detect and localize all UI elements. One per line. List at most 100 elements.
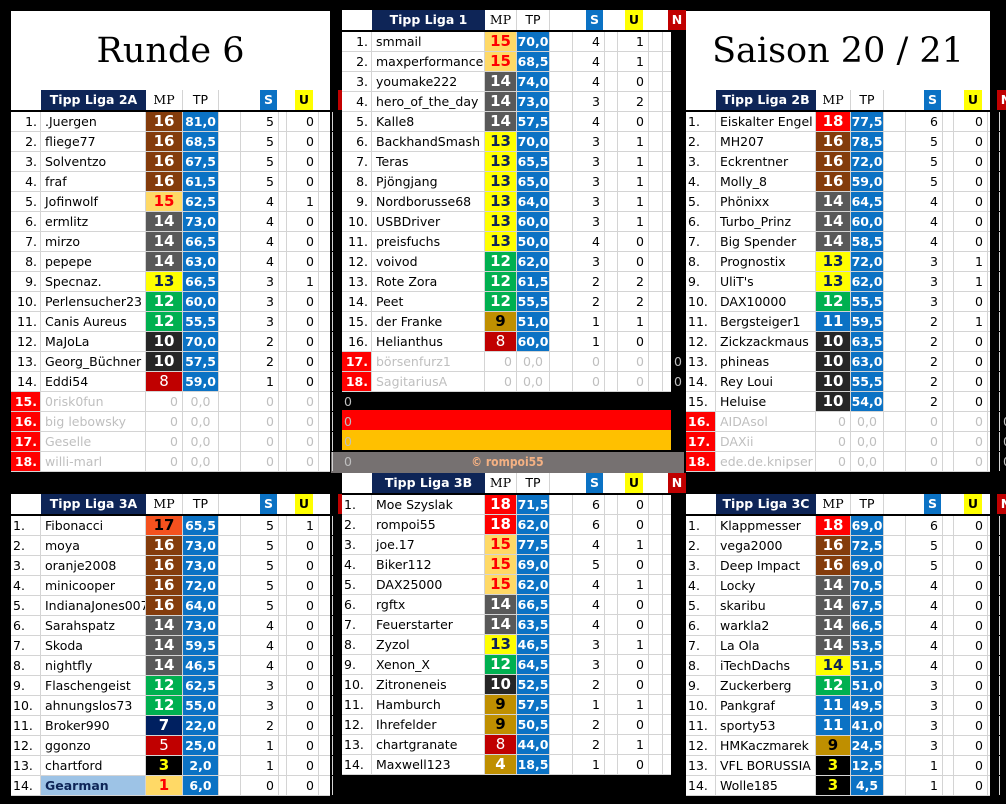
table-row[interactable]: 9. Xenon_X 12 64,5 3 0 3 [342,655,682,675]
table-row[interactable]: 17.DAXii00,0000 [686,432,1006,452]
table-row[interactable]: 18. SagitariusA 0 0,0 0 0 0 [342,372,682,392]
table-row[interactable]: 13. Rote Zora 12 61,5 2 2 2 [342,272,682,292]
table-row[interactable]: 13.VFL BORUSSIA312,5100 [686,756,1006,776]
table-row[interactable]: 8. Pjöngjang 13 65,0 3 1 2 [342,172,682,192]
table-row[interactable]: 14.Wolle18534,5100 [686,776,1006,796]
table-row[interactable]: 4.minicooper1672,0501 [11,576,352,596]
rank-cell: 7. [686,636,716,655]
table-row[interactable]: 9.Zuckerberg1251,0 303 [686,676,1006,696]
table-row[interactable]: 6.ermlitz1473,0402 [11,212,352,232]
table-row[interactable]: 7.Skoda1459,5402 [11,636,352,656]
table-row[interactable]: 13.Georg_Büchner1057,5204 [11,352,352,372]
table-row[interactable]: 1.Fibonacci1765,5510 [11,516,352,536]
table-row[interactable]: 6. rgftx 14 66,5 4 0 2 [342,595,682,615]
table-row[interactable]: 12.Zickzackmaus1063,5 204 [686,332,1006,352]
table-row[interactable]: 7.mirzo1466,5402 [11,232,352,252]
table-row[interactable]: 12. Ihrefelder 9 50,5 2 0 3 [342,715,682,735]
table-row[interactable]: 10.ahnungslos731255,0303 [11,696,352,716]
table-row[interactable]: 3.Deep Impact1669,0 501 [686,556,1006,576]
table-row[interactable]: 3. youmake222 14 74,0 4 0 2 [342,72,682,92]
table-row[interactable]: 14.Eddi54859,0105 [11,372,352,392]
spacer-cell [649,495,663,514]
table-row[interactable]: 12.MaJoLa1070,0204 [11,332,352,352]
table-row[interactable]: 9.Flaschengeist1262,5303 [11,676,352,696]
table-row[interactable]: 15.Heluise1054,0 204 [686,392,1006,412]
table-row[interactable]: 2.moya1673,0501 [11,536,352,556]
table-row[interactable]: 9.UliT's1362,0 312 [686,272,1006,292]
table-row[interactable]: 14.Rey Loui1055,5 204 [686,372,1006,392]
table-row[interactable]: 6.warkla21466,5 402 [686,616,1006,636]
table-row[interactable]: 9. Nordborusse68 13 64,0 3 1 2 [342,192,682,212]
table-row[interactable]: 8.iTechDachs1451,5 402 [686,656,1006,676]
table-row[interactable]: 13. chartgranate 8 44,0 2 1 0 [342,735,682,755]
table-row[interactable]: 3. joe.17 15 77,5 4 1 1 [342,535,682,555]
tp-value: 18,5 [517,755,550,774]
table-row[interactable]: 3.oranje20081673,0501 [11,556,352,576]
table-row[interactable]: 1..Juergen1681,0501 [11,112,352,132]
table-row[interactable]: 5. Kalle8 14 57,5 4 0 2 [342,112,682,132]
table-row[interactable]: 10.Perlensucher231260,0303 [11,292,352,312]
table-row[interactable]: 11. Hamburch 9 57,5 1 1 4 [342,695,682,715]
table-row[interactable]: 17. börsenfurz1 0 0,0 0 0 0 [342,352,682,372]
table-row[interactable]: 6. BackhandSmash 13 70,0 3 1 2 [342,132,682,152]
table-row[interactable]: 16. Helianthus 8 60,0 1 0 5 [342,332,682,352]
table-row[interactable]: 8.Prognostix1372,0 312 [686,252,1006,272]
table-row[interactable]: 16. big lebowsky 0 0,0 0 0 0 [11,412,352,432]
table-row[interactable]: 2.MH2071678,5 501 [686,132,1006,152]
table-row[interactable]: 10. USBDriver 13 60,0 3 1 2 [342,212,682,232]
table-row[interactable]: 12. voivod 12 62,0 3 0 3 [342,252,682,272]
table-row[interactable]: 13.phineas1063,0 204 [686,352,1006,372]
table-row[interactable]: 12.ggonzo525,0102 [11,736,352,756]
table-row[interactable]: 2.vega20001672,5 501 [686,536,1006,556]
table-row[interactable]: 5.Jofinwolf1562,5411 [11,192,352,212]
table-row[interactable]: 15. 0risk0fun 0 0,0 0 0 0 [11,392,352,412]
table-row[interactable]: 7.La Ola1453,5 402 [686,636,1006,656]
table-row[interactable]: 2. maxperformance 15 68,5 4 1 1 [342,52,682,72]
table-row[interactable]: 4.Locky1470,5 402 [686,576,1006,596]
table-row[interactable]: 1.Klappmesser1869,0600 [686,516,1006,536]
table-row[interactable]: 11.sporty531141,0 302 [686,716,1006,736]
table-row[interactable]: 5.Phönixx1464,5 402 [686,192,1006,212]
table-row[interactable]: 11. preisfuchs 13 50,0 4 0 1 [342,232,682,252]
table-row[interactable]: 12.HMKaczmarek924,5300 [686,736,1006,756]
table-row[interactable]: 5.IndianaJones0071664,0501 [11,596,352,616]
table-row[interactable]: 18. willi-marl 0 0,0 0 0 0 [11,452,352,472]
table-row[interactable]: 4. Biker112 15 69,0 5 0 0 [342,555,682,575]
table-row[interactable]: 10. Zitroneneis 10 52,5 2 0 4 [342,675,682,695]
table-row[interactable]: 7.Big Spender1458,5 402 [686,232,1006,252]
table-row[interactable]: 14. Peet 12 55,5 2 2 2 [342,292,682,312]
spacer-cell [550,372,573,391]
table-row[interactable]: 1.Eiskalter Engel1877,5600 [686,112,1006,132]
table-row[interactable]: 11.Broker990722,0201 [11,716,352,736]
table-row[interactable]: 6.Sarahspatz1473,0402 [11,616,352,636]
table-row[interactable]: 14. Maxwell123 4 18,5 1 0 1 [342,755,682,775]
table-row[interactable]: 7. Teras 13 65,5 3 1 2 [342,152,682,172]
table-row[interactable]: 4. hero_of_the_day 14 73,0 3 2 1 [342,92,682,112]
table-row[interactable]: 18.ede.de.knipser00,0000 [686,452,1006,472]
table-row[interactable]: 13.chartford32,0100 [11,756,352,776]
table-row[interactable]: 1. Moe Szyslak 18 71,5 6 0 0 [342,495,682,515]
table-row[interactable]: 8.nightfly1446,5402 [11,656,352,676]
table-row[interactable]: 7. Feuerstarter 14 63,5 4 0 2 [342,615,682,635]
table-row[interactable]: 9.Specnaz.1366,5312 [11,272,352,292]
table-row[interactable]: 10.DAX100001255,5 303 [686,292,1006,312]
table-row[interactable]: 4.Molly_81659,0 501 [686,172,1006,192]
table-row[interactable]: 10.Pankgraf1149,5 302 [686,696,1006,716]
table-row[interactable]: 5. DAX25000 15 62,0 4 1 1 [342,575,682,595]
table-row[interactable]: 16.AIDAsol00,0000 [686,412,1006,432]
table-row[interactable]: 17. Geselle 0 0,0 0 0 0 [11,432,352,452]
table-row[interactable]: 11.Canis Aureus1255,5303 [11,312,352,332]
table-row[interactable]: 8.pepepe1463,0402 [11,252,352,272]
table-row[interactable]: 2. rompoi55 18 62,0 6 0 0 [342,515,682,535]
table-row[interactable]: 3.Eckrentner1672,0 501 [686,152,1006,172]
table-row[interactable]: 5.skaribu1467,5 402 [686,596,1006,616]
table-row[interactable]: 1. smmail 15 70,0 4 1 1 [342,32,682,52]
table-row[interactable]: 4.fraf1661,5501 [11,172,352,192]
table-row[interactable]: 14. Gearman 1 6,0 0 0 1 [11,776,352,796]
table-row[interactable]: 2.fliege771668,5501 [11,132,352,152]
table-row[interactable]: 6.Turbo_Prinz1460,0 402 [686,212,1006,232]
table-row[interactable]: 15. der Franke 9 51,0 1 1 4 [342,312,682,332]
table-row[interactable]: 3.Solventzo1667,5501 [11,152,352,172]
table-row[interactable]: 11.Bergsteiger11159,5 213 [686,312,1006,332]
table-row[interactable]: 8. Zyzol 13 46,5 3 1 2 [342,635,682,655]
